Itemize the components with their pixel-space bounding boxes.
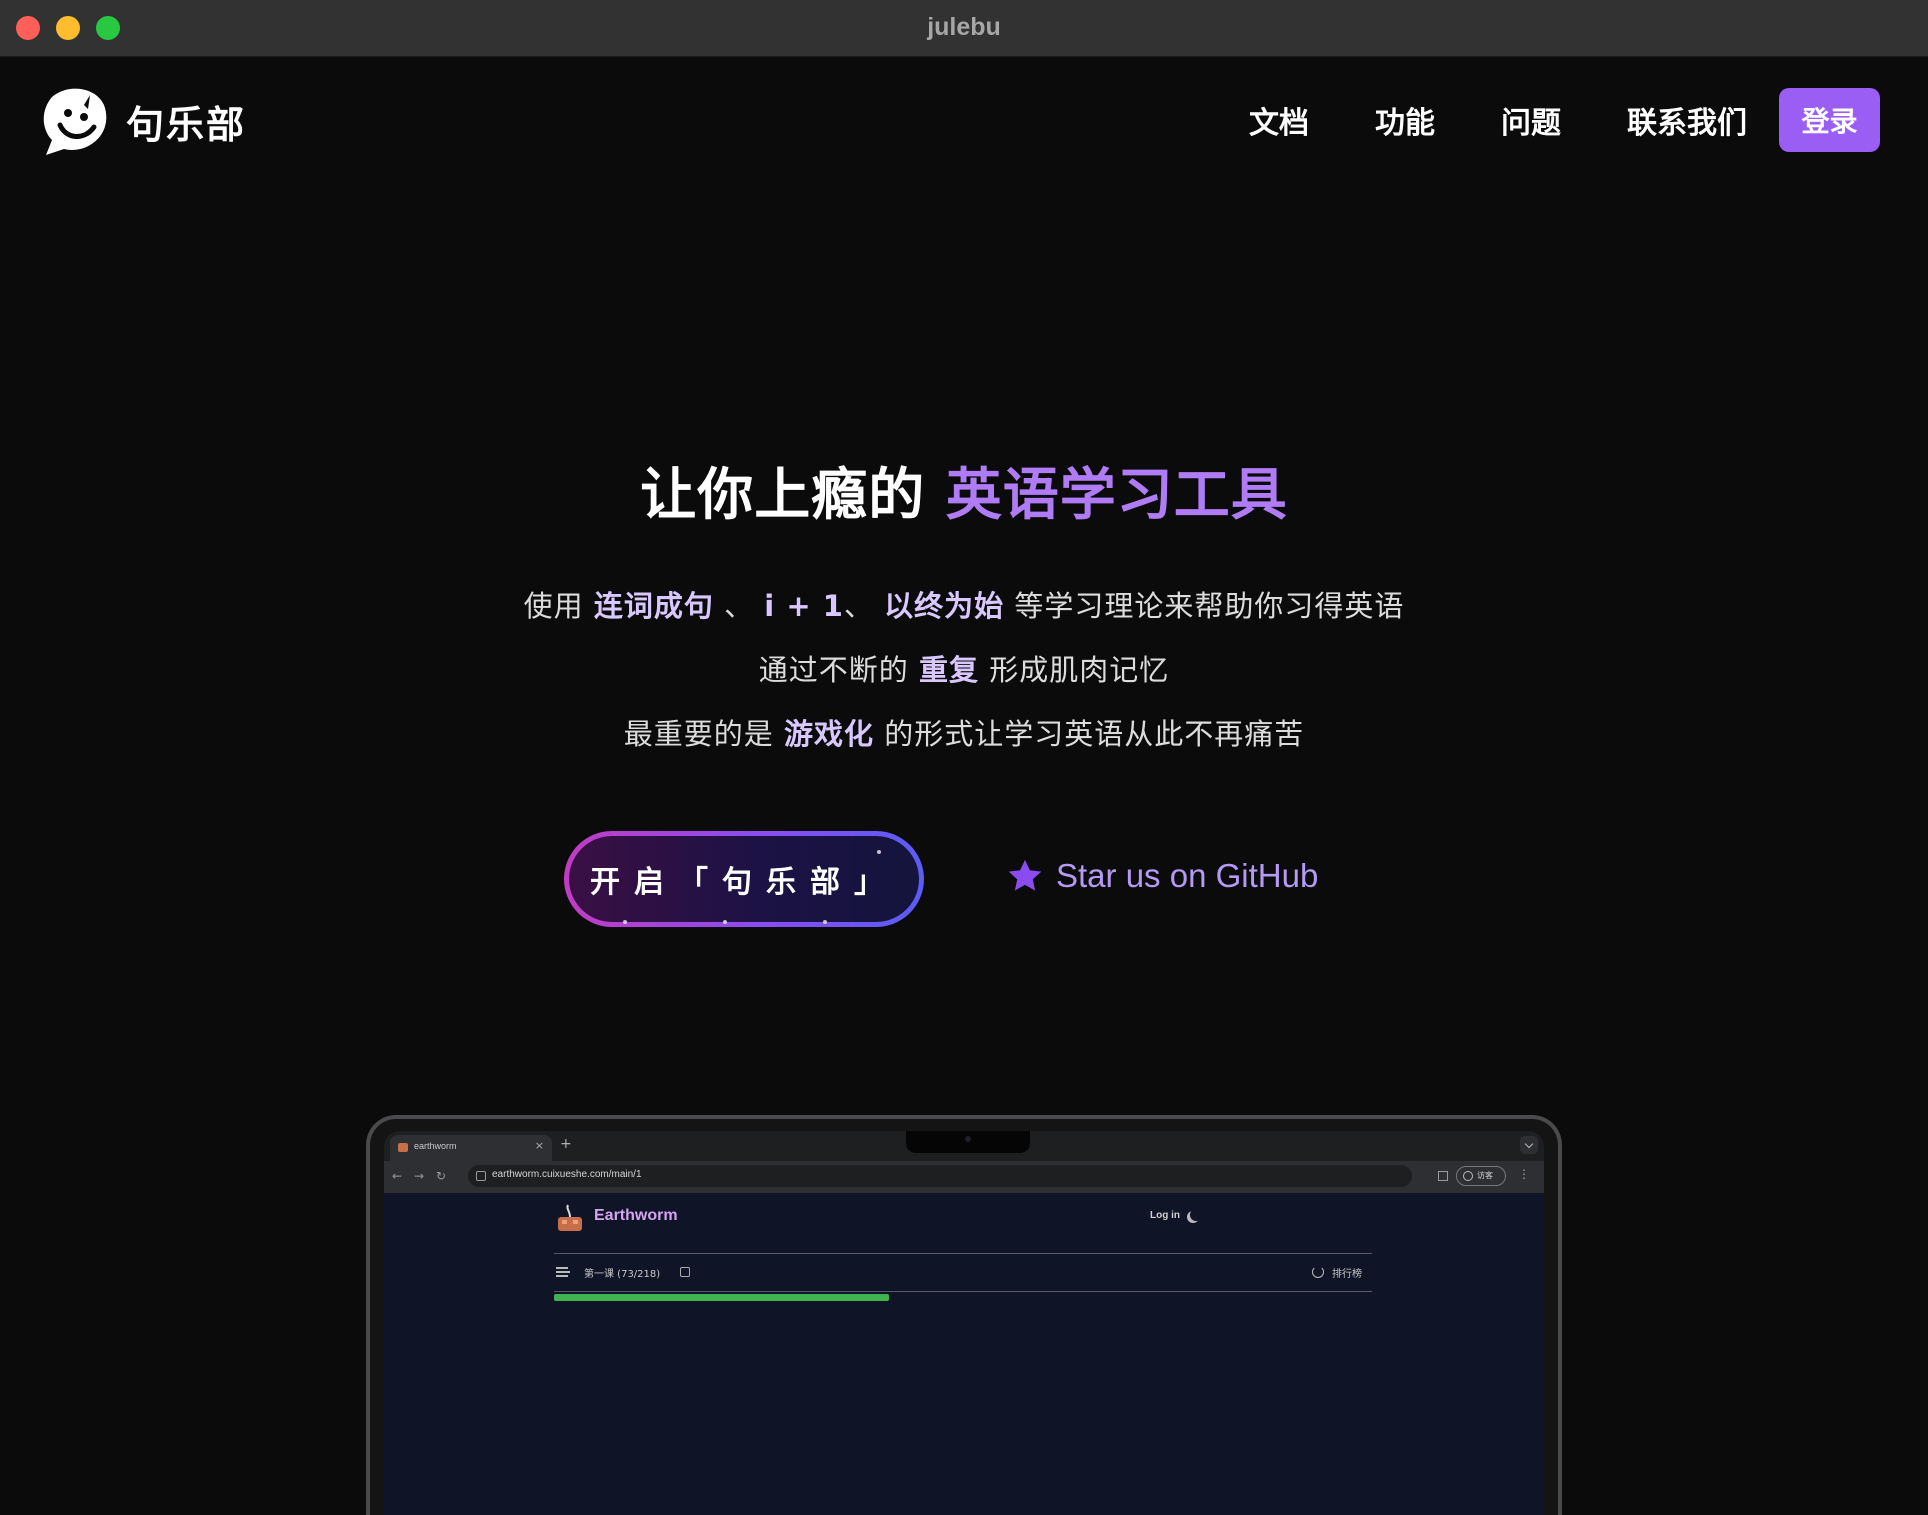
hero-line-1-sep-2: 、 <box>843 589 874 623</box>
hero-line-1-suffix: 等学习理论来帮助你习得英语 <box>1014 589 1405 623</box>
hero-line-2-highlight: 重复 <box>918 653 979 687</box>
earthworm-header: Earthworm Log in <box>554 1203 1210 1243</box>
list-icon[interactable] <box>556 1267 570 1277</box>
hero-line-1-prefix: 使用 <box>523 589 584 623</box>
hero-line-1: 使用 连词成句 、 i + 1、 以终为始 等学习理论来帮助你习得英语 <box>0 583 1928 625</box>
chevron-down-icon[interactable] <box>1520 1136 1538 1154</box>
sparkle <box>723 920 727 924</box>
sparkle <box>623 920 627 924</box>
laptop-notch <box>906 1131 1030 1153</box>
login-button[interactable]: 登录 <box>1779 88 1880 152</box>
hero-line-1-sep-1: 、 <box>724 589 755 623</box>
main-nav: 文档 功能 问题 联系我们 登录 <box>1249 88 1880 152</box>
divider <box>554 1253 1372 1254</box>
hero-line-2-prefix: 通过不断的 <box>758 653 909 687</box>
hero-line-1-highlight-1: 连词成句 <box>593 589 714 623</box>
hero-line-3: 最重要的是 游戏化 的形式让学习英语从此不再痛苦 <box>0 711 1928 753</box>
window-titlebar: julebu <box>0 0 1928 57</box>
browser-toolbar: ← → ↻ earthworm.cuixueshe.com/main/1 访客 … <box>384 1161 1544 1193</box>
start-julebu-button[interactable]: 开启「句乐部」 <box>564 831 924 927</box>
hero-line-3-highlight: 游戏化 <box>783 717 874 751</box>
lesson-progress-bar <box>554 1294 889 1301</box>
profile-label: 访客 <box>1477 1171 1493 1180</box>
github-star-link[interactable]: Star us on GitHub <box>1006 857 1318 895</box>
sidepanel-icon[interactable] <box>1438 1171 1448 1181</box>
camera <box>965 1136 971 1142</box>
forward-icon[interactable]: → <box>414 1169 424 1183</box>
window-title: julebu <box>927 13 1001 41</box>
speech-bubble-face-icon <box>43 88 107 155</box>
earthworm-login-link[interactable]: Log in <box>1150 1210 1180 1221</box>
hero-line-3-prefix: 最重要的是 <box>623 717 774 751</box>
hero-title-highlight: 英语学习工具 <box>945 463 1288 528</box>
reload-icon[interactable]: ↻ <box>436 1169 446 1183</box>
site-settings-icon[interactable] <box>476 1171 486 1181</box>
earthworm-logo-icon <box>558 1204 582 1231</box>
profile-button[interactable]: 访客 <box>1456 1166 1506 1186</box>
leaderboard-link[interactable]: 排行榜 <box>1332 1265 1362 1280</box>
start-julebu-label: 开启「句乐部」 <box>590 865 898 900</box>
earthworm-favicon <box>398 1143 408 1152</box>
nav-item-features[interactable]: 功能 <box>1375 98 1435 142</box>
earthworm-brand[interactable]: Earthworm <box>594 1207 678 1225</box>
sparkle <box>877 850 881 854</box>
browser-tab-title: earthworm <box>414 1141 457 1151</box>
laptop-preview: earthworm × + ← → ↻ earthworm.cuixueshe.… <box>366 1115 1562 1515</box>
hero-line-1-highlight-3: 以终为始 <box>884 589 1005 623</box>
divider <box>554 1291 1372 1292</box>
nav-item-faq[interactable]: 问题 <box>1501 98 1561 142</box>
back-icon[interactable]: ← <box>392 1169 402 1183</box>
hero-line-3-suffix: 的形式让学习英语从此不再痛苦 <box>884 717 1305 751</box>
nav-item-docs[interactable]: 文档 <box>1249 98 1309 142</box>
star-icon <box>1008 859 1042 891</box>
laptop-screen: earthworm × + ← → ↻ earthworm.cuixueshe.… <box>384 1131 1544 1515</box>
new-tab-icon[interactable]: + <box>560 1136 572 1152</box>
hero-title-plain: 让你上瘾的 <box>640 463 926 528</box>
refresh-icon[interactable] <box>1312 1266 1324 1278</box>
hero-line-1-highlight-2: i + 1 <box>764 589 844 623</box>
browser-menu-icon[interactable]: ⋮ <box>1518 1167 1530 1181</box>
profile-icon <box>1463 1171 1473 1181</box>
nav-item-contact[interactable]: 联系我们 <box>1627 98 1747 142</box>
moon-icon[interactable] <box>1190 1209 1202 1221</box>
hero-line-2-suffix: 形成肌肉记忆 <box>989 653 1170 687</box>
url-text: earthworm.cuixueshe.com/main/1 <box>492 1169 642 1180</box>
github-star-label: Star us on GitHub <box>1056 857 1319 894</box>
page: 句乐部 文档 功能 问题 联系我们 登录 让你上瘾的 英语学习工具 使用 连词成… <box>0 57 1928 1515</box>
hero-title: 让你上瘾的 英语学习工具 <box>0 450 1928 531</box>
brand-logo[interactable]: 句乐部 <box>38 85 246 157</box>
browser-tab[interactable]: earthworm × <box>390 1135 552 1161</box>
lesson-label: 第一课 (73/218) <box>584 1269 661 1280</box>
address-bar[interactable]: earthworm.cuixueshe.com/main/1 <box>468 1165 1412 1187</box>
sparkle <box>823 920 827 924</box>
hero-line-2: 通过不断的 重复 形成肌肉记忆 <box>0 647 1928 689</box>
close-tab-icon[interactable]: × <box>535 1139 544 1152</box>
brand-name: 句乐部 <box>126 102 247 147</box>
calendar-icon[interactable] <box>680 1267 690 1277</box>
lesson-bar: 第一课 (73/218) 排行榜 <box>554 1263 1372 1283</box>
